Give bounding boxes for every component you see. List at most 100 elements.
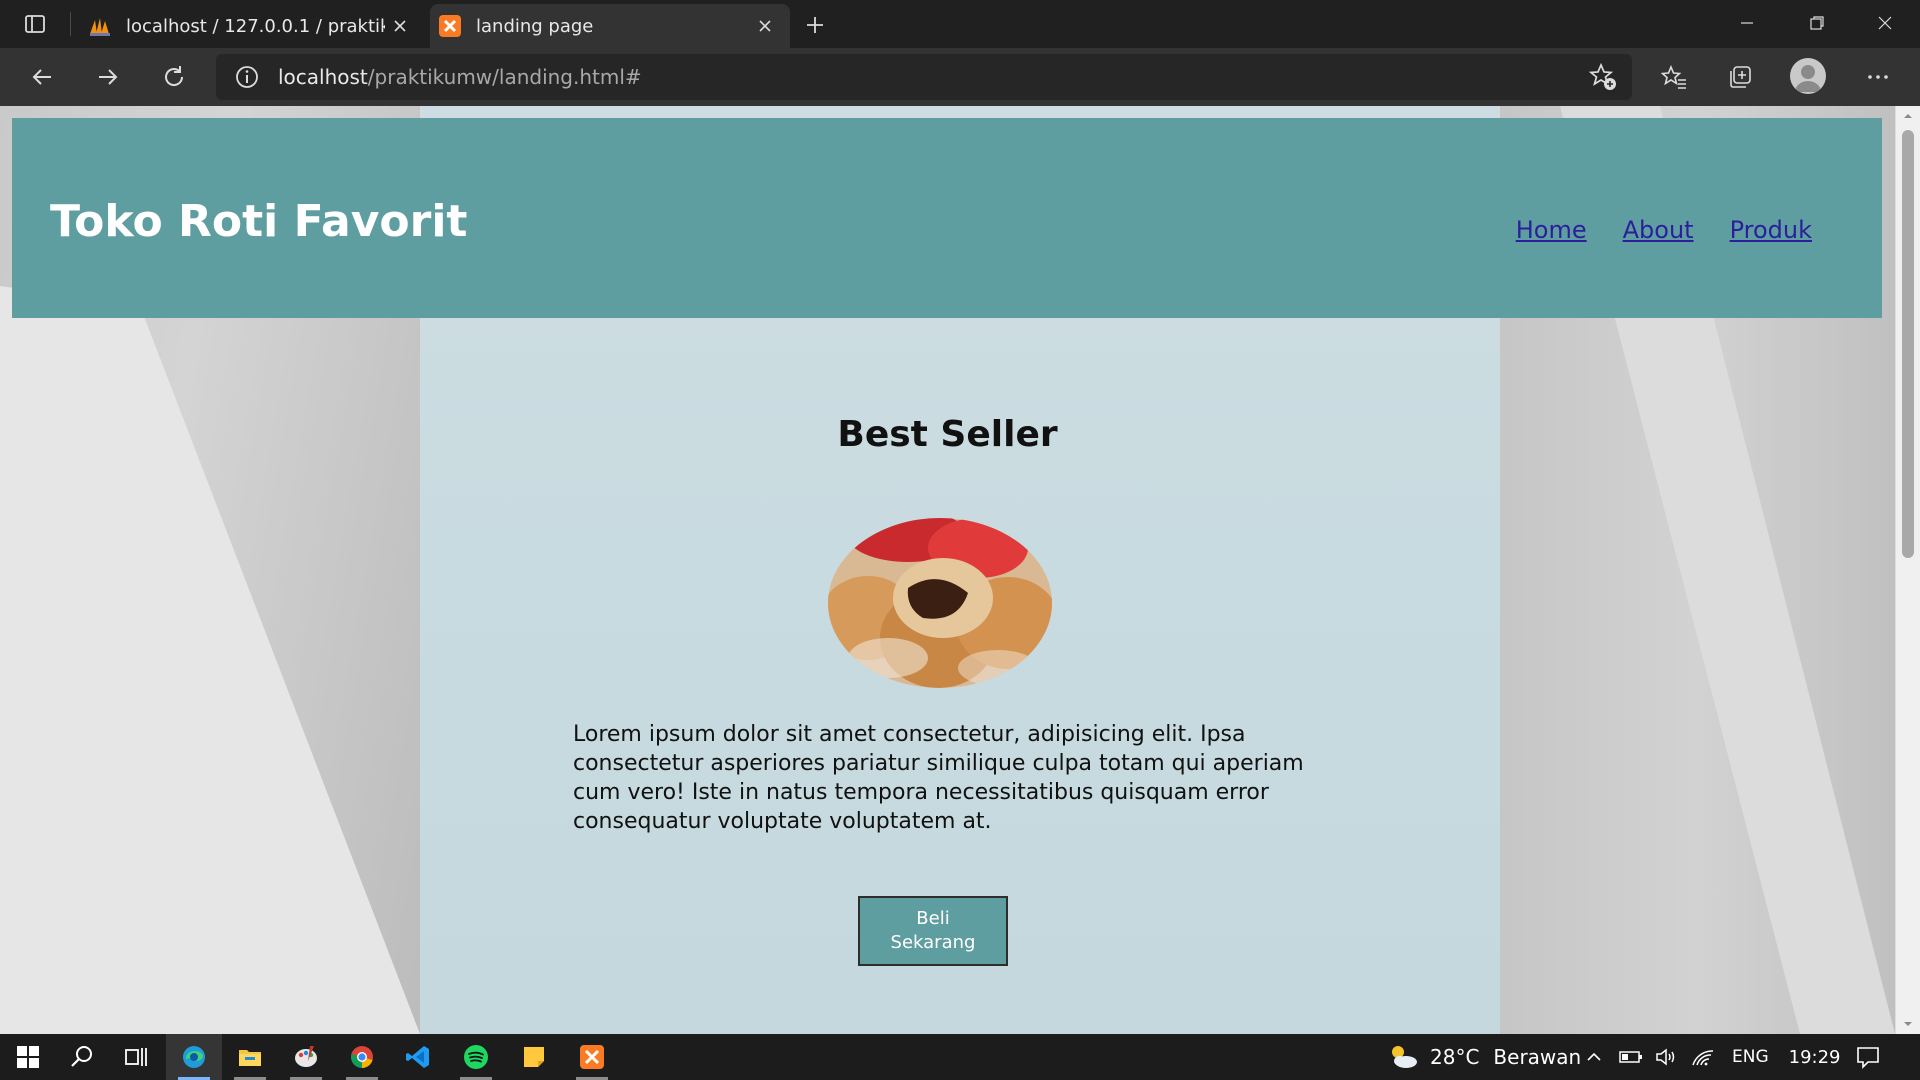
restore-icon	[1810, 16, 1824, 30]
forward-button[interactable]	[86, 56, 130, 98]
caret-up-icon	[1904, 114, 1912, 118]
product-description: Lorem ipsum dolor sit amet consectetur, …	[573, 722, 1304, 834]
weather-temperature: 28°C	[1430, 1045, 1480, 1069]
tab-actions-button[interactable]	[14, 10, 56, 38]
nav-link-about[interactable]: About	[1623, 216, 1694, 244]
person-icon	[1795, 65, 1821, 92]
address-bar[interactable]: localhost/praktikumw/landing.html#	[216, 54, 1632, 100]
browser-toolbar: localhost/praktikumw/landing.html#	[0, 48, 1920, 106]
vscode-icon	[406, 1046, 429, 1068]
info-icon	[236, 66, 258, 88]
search-button[interactable]	[54, 1034, 110, 1080]
taskbar-spotify[interactable]	[448, 1034, 504, 1080]
tab-landing-page[interactable]: landing page	[430, 4, 790, 48]
taskbar-sticky-notes[interactable]	[506, 1034, 562, 1080]
nav-link-home[interactable]: Home	[1516, 216, 1587, 244]
settings-menu-button[interactable]	[1856, 56, 1900, 98]
close-icon	[759, 20, 771, 32]
xampp-icon	[439, 15, 461, 37]
refresh-icon	[165, 66, 184, 86]
taskbar-chrome[interactable]	[334, 1034, 390, 1080]
new-tab-button[interactable]	[798, 10, 832, 40]
file-explorer-icon	[239, 1050, 261, 1066]
add-favorite-button[interactable]	[1586, 60, 1620, 94]
main-nav: Home About Produk	[1516, 216, 1812, 244]
tab-actions-icon	[25, 15, 45, 33]
product-image	[828, 518, 1052, 688]
back-button[interactable]	[20, 56, 64, 98]
brand-title: Toko Roti Favorit	[50, 196, 468, 247]
system-tray: ENG 19:29	[1584, 1034, 1841, 1080]
site-header: Toko Roti Favorit Home About Produk	[12, 118, 1882, 318]
tab-strip: localhost / 127.0.0.1 / praktikum landin…	[0, 0, 1920, 48]
close-icon	[394, 20, 406, 32]
volume-icon[interactable]	[1654, 1047, 1680, 1067]
minimize-button[interactable]	[1712, 0, 1782, 46]
minimize-icon	[1741, 22, 1753, 24]
scroll-thumb[interactable]	[1902, 130, 1914, 558]
sticky-notes-icon	[524, 1047, 544, 1067]
taskbar-paint[interactable]	[278, 1034, 334, 1080]
tab-close-button[interactable]	[385, 11, 415, 41]
star-add-icon	[1588, 62, 1616, 90]
edge-icon	[183, 1046, 205, 1068]
weather-widget[interactable]: 28°C Berawan	[1386, 1034, 1581, 1080]
task-view-icon	[125, 1048, 147, 1066]
clock[interactable]: 19:29	[1789, 1047, 1841, 1068]
windows-start-icon	[17, 1046, 39, 1068]
taskbar-edge[interactable]	[166, 1034, 222, 1080]
collections-icon	[1730, 66, 1751, 88]
nav-link-produk[interactable]: Produk	[1730, 216, 1812, 244]
caret-down-icon	[1904, 1022, 1912, 1026]
windows-taskbar: 28°C Berawan ENG 19:29	[0, 1034, 1920, 1080]
restore-button[interactable]	[1782, 0, 1852, 46]
taskbar-xampp[interactable]	[564, 1034, 620, 1080]
scroll-down-button[interactable]	[1896, 1014, 1920, 1034]
url-text: localhost/praktikumw/landing.html#	[278, 65, 642, 89]
profile-avatar[interactable]	[1790, 58, 1826, 94]
notification-icon	[1857, 1047, 1879, 1069]
buy-now-label-line1: Beli	[916, 908, 950, 929]
notifications-button[interactable]	[1840, 1034, 1896, 1080]
refresh-button[interactable]	[152, 56, 196, 98]
weather-description: Berawan	[1493, 1045, 1582, 1069]
buy-now-label: Beli Sekarang	[891, 907, 976, 955]
section-title: Best Seller	[837, 414, 1058, 455]
tab-title: landing page	[476, 15, 594, 37]
favorites-button[interactable]	[1652, 56, 1696, 98]
spotify-icon	[464, 1045, 488, 1069]
chevron-up-icon[interactable]	[1584, 1047, 1604, 1067]
site-info-button[interactable]	[232, 62, 262, 92]
more-horizontal-icon	[1868, 75, 1888, 79]
arrow-right-icon	[99, 69, 118, 85]
battery-icon[interactable]	[1618, 1047, 1644, 1067]
task-view-button[interactable]	[108, 1034, 164, 1080]
buy-now-button[interactable]: Beli Sekarang	[858, 896, 1008, 966]
start-button[interactable]	[0, 1034, 56, 1080]
arrow-left-icon	[32, 69, 51, 85]
input-language[interactable]: ENG	[1732, 1047, 1769, 1067]
collections-button[interactable]	[1718, 56, 1762, 98]
close-icon	[1878, 16, 1892, 30]
plus-icon	[807, 17, 823, 33]
taskbar-vscode[interactable]	[390, 1034, 446, 1080]
favorites-icon	[1661, 64, 1686, 89]
tab-close-button[interactable]	[750, 11, 780, 41]
ms-paint-icon	[295, 1046, 317, 1067]
xampp-icon	[580, 1045, 604, 1069]
tab-separator	[70, 12, 71, 36]
bread-image	[828, 518, 1052, 688]
taskbar-file-explorer[interactable]	[222, 1034, 278, 1080]
close-window-button[interactable]	[1850, 0, 1920, 46]
wifi-icon[interactable]	[1690, 1047, 1716, 1067]
page-viewport: Toko Roti Favorit Home About Produk Best…	[0, 106, 1920, 1034]
buy-now-label-line2: Sekarang	[890, 932, 976, 953]
scroll-up-button[interactable]	[1896, 106, 1920, 126]
phpmyadmin-icon	[90, 18, 110, 36]
partly-cloudy-icon	[1392, 1046, 1417, 1068]
url-host: localhost	[278, 65, 368, 89]
url-path: /praktikumw/landing.html#	[367, 65, 642, 89]
tab-phpmyadmin[interactable]: localhost / 127.0.0.1 / praktikum	[80, 4, 425, 48]
tab-title: localhost / 127.0.0.1 / praktikum	[126, 15, 385, 37]
page-scrollbar[interactable]	[1896, 106, 1920, 1034]
